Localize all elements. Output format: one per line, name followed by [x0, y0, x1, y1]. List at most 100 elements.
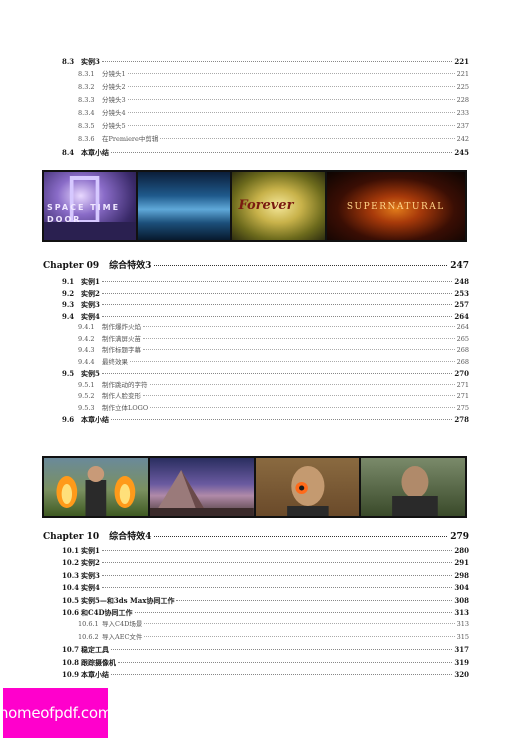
toc-section-entry[interactable]: 10.9 本章小结 320: [62, 669, 469, 680]
leader-dots: [118, 661, 453, 663]
entry-number: 10.9: [62, 670, 80, 679]
toc-section-entry[interactable]: 10.6 和C4D协同工作 313: [62, 607, 469, 618]
toc-subsection-entry[interactable]: 8.3.2 分镜头2 225: [78, 82, 469, 93]
toc-subsection-entry[interactable]: 9.4.1 制作爆炸火焰 264: [78, 322, 469, 333]
entry-title: 实例5: [81, 369, 100, 378]
toc-subsection-entry[interactable]: 10.6.2 导入AEC文件 315: [78, 632, 469, 643]
toc-subsection-entry[interactable]: 9.5.1 制作跳动的字符 271: [78, 380, 469, 391]
entry-title: 本章小结: [81, 415, 109, 424]
entry-page: 275: [456, 403, 469, 412]
entry-number: 10.5: [62, 595, 80, 605]
toc-subsection-entry[interactable]: 8.3.3 分镜头3 228: [78, 95, 469, 106]
leader-dots: [111, 419, 453, 420]
entry-page: 278: [454, 415, 469, 424]
leader-dots: [127, 112, 455, 113]
toc-section-entry[interactable]: 10.5 实例5—和3ds Max协同工作 308: [62, 595, 469, 606]
entry-page: 245: [454, 148, 469, 157]
entry-number: 9.3: [62, 300, 75, 309]
entry-number: 9.5.3: [78, 403, 95, 412]
frame-forever-title: Forever: [232, 172, 325, 240]
entry-number: 8.3.4: [78, 109, 95, 117]
toc-section-entry[interactable]: 9.4 实例4 264: [62, 311, 469, 322]
chapter-label: Chapter 09: [43, 261, 100, 271]
chapter-title: 综合特效3: [109, 261, 152, 271]
entry-title: 实例5—和3ds Max协同工作: [81, 595, 175, 605]
entry-title: 实例2: [81, 558, 100, 568]
toc-section-entry[interactable]: 10.8 跟踪摄像机 319: [62, 657, 469, 668]
entry-number: 9.5: [62, 369, 75, 378]
entry-number: 10.2: [62, 558, 80, 568]
entry-number: 9.6: [62, 415, 75, 424]
entry-title: 本章小结: [81, 148, 109, 157]
entry-page: 253: [454, 288, 469, 298]
leader-dots: [127, 99, 455, 100]
toc-section-entry[interactable]: 10.3 实例3 298: [62, 570, 469, 581]
toc-section-entry[interactable]: 8.3 实例3 221: [62, 56, 469, 67]
leader-dots: [143, 395, 455, 396]
chapter-heading-09[interactable]: Chapter 09 综合特效3 247: [43, 258, 469, 274]
entry-title: 实例4: [81, 583, 100, 593]
entry-number: 8.3.1: [78, 70, 95, 78]
toc-section-entry[interactable]: 9.2 实例2 253: [62, 288, 469, 299]
entry-number: 8.3.5: [78, 122, 95, 130]
toc-section-entry[interactable]: 10.2 实例2 291: [62, 557, 469, 568]
toc-section-entry[interactable]: 9.5 实例5 270: [62, 368, 469, 379]
entry-title: 分镜头4: [102, 109, 126, 117]
entry-page: 298: [454, 570, 469, 580]
leader-dots: [127, 73, 455, 74]
entry-title: 实例1: [81, 546, 100, 555]
leader-dots: [101, 373, 453, 374]
frame-supernatural-title: SUPERNATURAL: [326, 172, 465, 240]
entry-number: 9.4.4: [78, 357, 95, 366]
entry-page: 317: [454, 645, 469, 655]
entry-number: 9.5.1: [78, 380, 95, 389]
entry-page: 248: [454, 277, 469, 286]
entry-page: 313: [454, 608, 469, 617]
toc-section-entry[interactable]: 8.4 本章小结 245: [62, 147, 469, 158]
leader-dots: [101, 315, 453, 317]
frame-caption: Forever: [238, 198, 294, 213]
toc-subsection-entry[interactable]: 8.3.6 在Premiere中剪辑 242: [78, 134, 469, 145]
entry-title: 制作立体LOGO: [102, 403, 149, 412]
entry-page: 221: [456, 70, 469, 78]
entry-title: 导入AEC文件: [102, 632, 143, 641]
entry-number: 10.8: [62, 657, 80, 667]
toc-section-entry[interactable]: 10.1 实例1 280: [62, 545, 469, 556]
leader-dots: [143, 337, 455, 339]
entry-title: 实例4: [81, 311, 100, 321]
leader-dots: [101, 281, 453, 282]
entry-page: 257: [454, 300, 469, 309]
toc-section-entry[interactable]: 10.7 稳定工具 317: [62, 644, 469, 655]
leader-dots: [101, 550, 453, 551]
toc-subsection-entry[interactable]: 9.4.4 最终效果 268: [78, 357, 469, 368]
leader-dots: [101, 61, 453, 62]
leader-dots: [144, 623, 455, 625]
toc-subsection-entry[interactable]: 8.3.4 分镜头4 233: [78, 108, 469, 119]
entry-title: 跟踪摄像机: [81, 657, 116, 667]
leader-dots: [111, 152, 453, 153]
entry-page: 265: [456, 334, 469, 343]
toc-subsection-entry[interactable]: 8.3.1 分镜头1 221: [78, 69, 469, 80]
entry-page: 280: [454, 546, 469, 555]
toc-section-entry[interactable]: 9.3 实例3 257: [62, 299, 469, 310]
entry-title: 制作满屏火苗: [102, 334, 141, 343]
leader-dots: [160, 138, 455, 139]
chapter-heading-10[interactable]: Chapter 10 综合特效4 279: [43, 529, 469, 545]
toc-subsection-entry[interactable]: 9.5.3 制作立体LOGO 275: [78, 403, 469, 414]
entry-title: 在Premiere中剪辑: [102, 135, 159, 143]
toc-subsection-entry[interactable]: 9.4.3 制作标题字幕 268: [78, 345, 469, 356]
toc-subsection-entry[interactable]: 9.5.2 制作人脸变形 271: [78, 391, 469, 402]
toc-subsection-entry[interactable]: 10.6.1 导入C4D场景 313: [78, 619, 469, 630]
toc-section-entry[interactable]: 9.6 本章小结 278: [62, 414, 469, 425]
toc-section-entry[interactable]: 10.4 实例4 304: [62, 582, 469, 593]
frame-pyramid-scene: [149, 458, 254, 516]
leader-dots: [154, 536, 448, 537]
chapter-page: 247: [450, 261, 469, 271]
entry-page: 268: [456, 357, 469, 366]
entry-number: 10.3: [62, 570, 80, 580]
entry-page: 271: [456, 380, 469, 389]
toc-section-entry[interactable]: 9.1 实例1 248: [62, 276, 469, 287]
toc-subsection-entry[interactable]: 8.3.5 分镜头5 237: [78, 121, 469, 132]
entry-number: 9.4.1: [78, 323, 95, 331]
toc-subsection-entry[interactable]: 9.4.2 制作满屏火苗 265: [78, 334, 469, 345]
